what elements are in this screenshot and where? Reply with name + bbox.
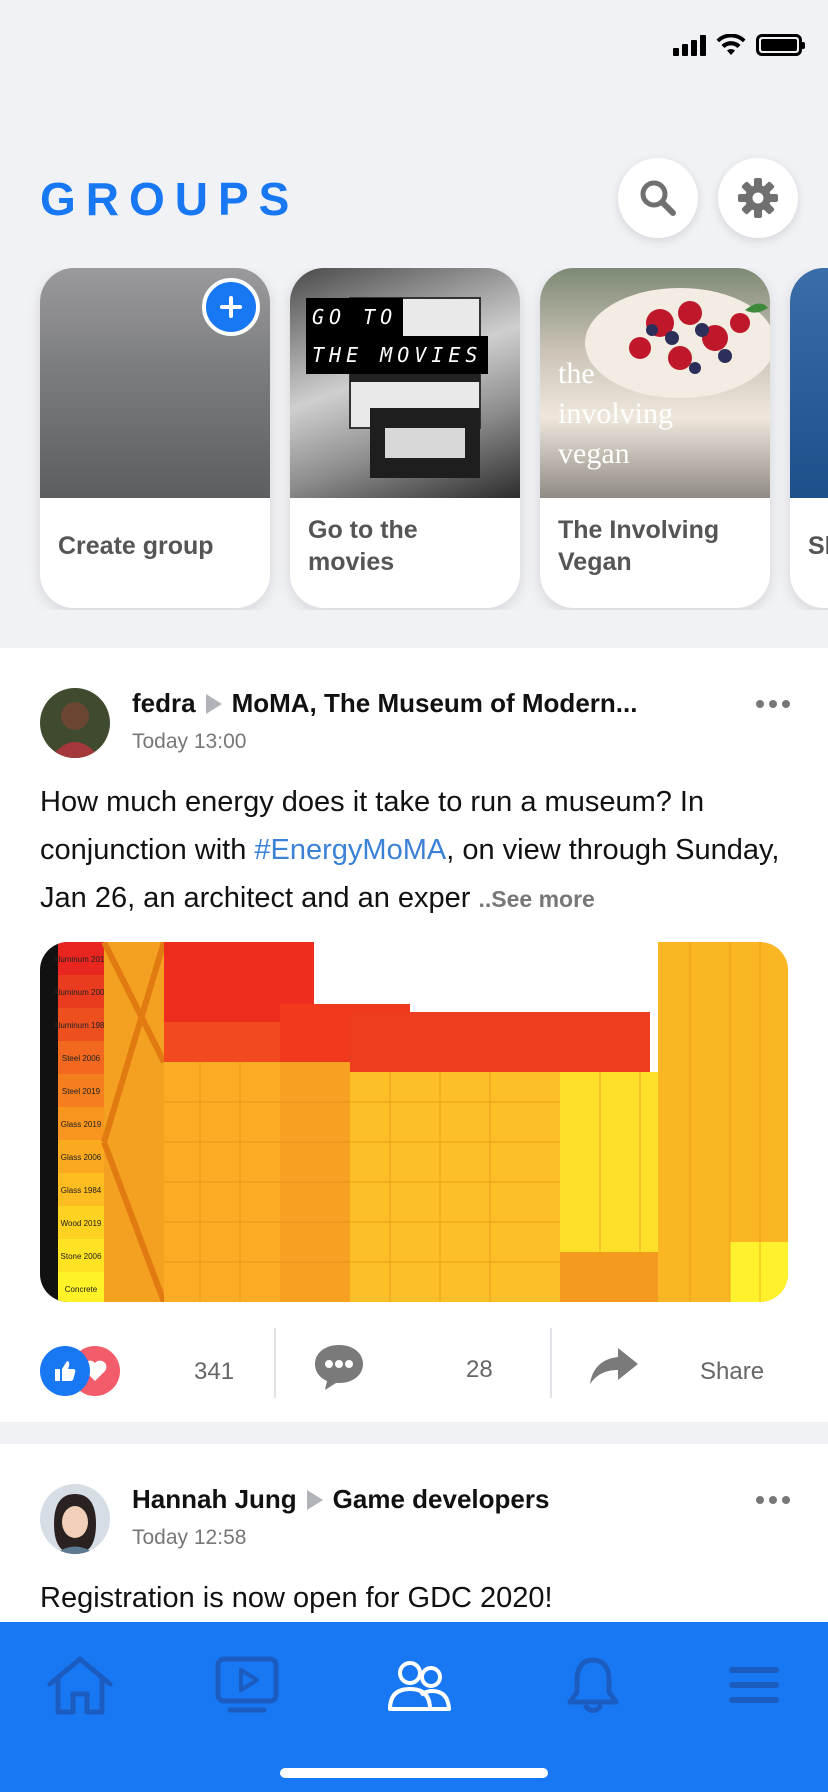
post-timestamp: Today 12:58 (132, 1526, 247, 1549)
legend-label: Concrete (65, 1285, 98, 1294)
home-icon (47, 1656, 113, 1715)
group-card-the-involving-vegan[interactable]: the involving vegan The Involving Vegan (540, 268, 770, 608)
comment-count: 28 (466, 1356, 493, 1383)
like-count: 341 (194, 1358, 235, 1385)
share-button[interactable]: Share (700, 1358, 764, 1386)
comment-icon (315, 1345, 363, 1390)
video-icon (215, 1656, 279, 1713)
overlay-line: the (558, 357, 595, 390)
group-name[interactable]: MoMA, The Museum of Modern... (232, 688, 638, 719)
gear-icon (738, 178, 778, 218)
page-title: GROUPS (40, 173, 300, 225)
legend-label: Wood 2019 (61, 1219, 102, 1228)
legend-label: Aluminum 2006 (53, 988, 109, 997)
museum-energy-illustration: Aluminum 2019 Aluminum 2006 Aluminum 198… (40, 942, 788, 1302)
post-timestamp: Today 13:00 (132, 730, 247, 753)
group-card-partial[interactable]: Sl (790, 268, 828, 608)
legend-label: Glass 2019 (61, 1120, 102, 1129)
action-divider (550, 1328, 552, 1398)
menu-icon (729, 1667, 779, 1703)
legend-label: Steel 2006 (62, 1054, 101, 1063)
group-card-label: Create group (58, 532, 214, 560)
search-icon (640, 180, 676, 216)
vegan-overlay-text: the involving vegan (558, 354, 673, 474)
author-name[interactable]: Hannah Jung (132, 1484, 297, 1515)
comment-button[interactable] (312, 1342, 366, 1397)
legend-label: Glass 2006 (61, 1153, 102, 1162)
add-group-button[interactable] (202, 278, 260, 336)
tab-groups[interactable] (380, 1650, 460, 1720)
more-options-button[interactable] (756, 700, 790, 708)
avatar[interactable] (40, 688, 110, 758)
author-name[interactable]: fedra (132, 688, 196, 719)
tab-notifications[interactable] (553, 1650, 633, 1720)
groups-icon (388, 1661, 451, 1711)
tab-home[interactable] (40, 1650, 120, 1720)
legend-label: Glass 1984 (61, 1186, 102, 1195)
arrow-right-icon (205, 693, 222, 714)
more-options-button[interactable] (756, 1496, 790, 1504)
bell-icon (567, 1657, 619, 1713)
tab-watch[interactable] (207, 1650, 287, 1720)
post-text: Registration is now open for GDC 2020! (40, 1582, 553, 1614)
post-card: fedra MoMA, The Museum of Modern... Toda… (0, 648, 828, 1422)
create-group-card[interactable]: Create group (40, 268, 270, 608)
legend-label: Steel 2019 (62, 1087, 101, 1096)
legend-label: Aluminum 1984 (53, 1021, 109, 1030)
more-dots-icon (756, 1496, 764, 1504)
like-reaction-icon (40, 1346, 90, 1396)
legend-label: Stone 2006 (61, 1252, 102, 1261)
post-author-line: Hannah Jung Game developers (132, 1484, 549, 1515)
share-arrow-button[interactable] (588, 1346, 640, 1391)
reactions-button[interactable] (40, 1346, 120, 1396)
group-name[interactable]: Game developers (333, 1484, 550, 1515)
settings-button[interactable] (718, 158, 798, 238)
groups-carousel[interactable]: Create group GO TO THE MOVIES Go to the … (0, 268, 828, 610)
action-divider (274, 1328, 276, 1398)
bottom-tab-bar (0, 1622, 828, 1792)
group-card-go-to-the-movies[interactable]: GO TO THE MOVIES Go to the movies (290, 268, 520, 608)
search-button[interactable] (618, 158, 698, 238)
overlay-line: vegan (558, 437, 630, 470)
tab-menu[interactable] (714, 1650, 794, 1720)
overlay-line: THE MOVIES (306, 336, 489, 374)
post-text: How much energy does it take to run a mu… (40, 778, 792, 923)
movies-overlay-text: GO TO THE MOVIES (306, 298, 489, 374)
group-card-label: The Involving Vegan (558, 516, 720, 576)
legend-label: Aluminum 2019 (53, 955, 109, 964)
overlay-line: GO TO (306, 298, 404, 336)
battery-icon (756, 34, 805, 56)
status-icons (673, 34, 805, 56)
group-card-label: Sl (808, 532, 828, 560)
wifi-icon (716, 34, 746, 55)
post-actions-bar: 341 28 Share (0, 1320, 828, 1410)
avatar[interactable] (40, 1484, 110, 1554)
hashtag-link[interactable]: #EnergyMoMA (254, 834, 446, 866)
post-author-line: fedra MoMA, The Museum of Modern... (132, 688, 637, 719)
post-image[interactable]: Aluminum 2019 Aluminum 2006 Aluminum 198… (40, 942, 788, 1302)
partial-group-image (790, 268, 828, 498)
home-indicator[interactable] (280, 1768, 548, 1778)
share-icon (590, 1348, 638, 1384)
see-more-link[interactable]: ..See more (479, 886, 595, 912)
more-dots-icon (756, 700, 764, 708)
group-card-label: Go to the movies (308, 516, 418, 576)
plus-icon (220, 296, 242, 318)
cellular-signal-icon (673, 34, 706, 56)
groups-header: GROUPS (0, 150, 828, 250)
arrow-right-icon (306, 1489, 323, 1510)
overlay-line: involving (558, 397, 674, 430)
status-bar (0, 0, 828, 92)
